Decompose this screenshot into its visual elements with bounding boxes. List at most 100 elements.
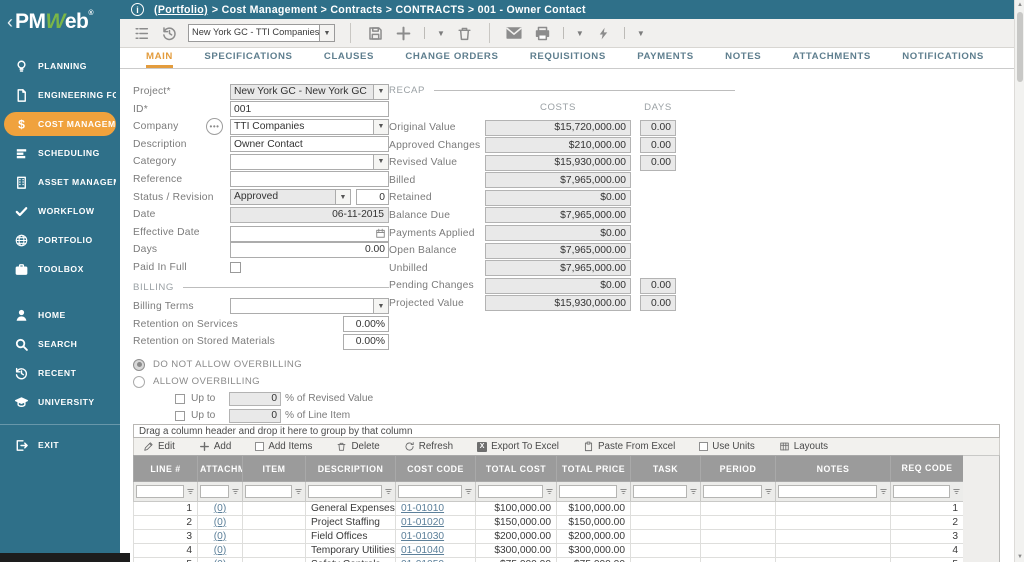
up-to-line-item-checkbox[interactable] [175, 410, 185, 421]
tab-notifications[interactable]: NOTIFICATIONS [902, 48, 984, 68]
add-icon[interactable] [394, 24, 413, 43]
history-icon[interactable] [160, 24, 179, 43]
chevron-down-icon[interactable]: ▼ [373, 154, 388, 169]
filter-input-notes[interactable] [778, 485, 877, 498]
add-items-checkbox-icon[interactable] [255, 442, 265, 451]
filter-input-cost-code[interactable] [398, 485, 462, 498]
id-field[interactable] [230, 101, 389, 118]
description-field[interactable] [230, 136, 389, 153]
tab-payments[interactable]: PAYMENTS [637, 48, 694, 68]
filter-icon[interactable] [619, 487, 628, 496]
chevron-down-icon[interactable]: ▼ [373, 119, 388, 134]
tab-notes[interactable]: NOTES [725, 48, 761, 68]
sidebar-item-home[interactable]: HOME [4, 303, 116, 327]
column-header-period[interactable]: PERIOD [700, 455, 776, 482]
filter-icon[interactable] [294, 487, 303, 496]
billing-terms-select[interactable]: ▼ [230, 298, 389, 315]
filter-input-period[interactable] [703, 485, 762, 498]
grid-layouts-button[interactable]: Layouts [779, 441, 828, 452]
effective-date-field[interactable] [230, 225, 389, 242]
attachment-count-link[interactable]: (0) [214, 531, 226, 542]
column-header-notes[interactable]: NOTES [775, 455, 891, 482]
print-menu-caret-icon[interactable]: ▼ [575, 27, 585, 40]
column-header-total-cost[interactable]: TOTAL COST [475, 455, 557, 482]
actions-bolt-icon[interactable] [594, 24, 613, 43]
sidebar-item-cost-management[interactable]: $ COST MANAGEMENT [4, 112, 116, 136]
sidebar-item-toolbox[interactable]: TOOLBOX [4, 257, 116, 281]
filter-input-description[interactable] [308, 485, 382, 498]
actions-menu-caret-icon[interactable]: ▼ [636, 27, 646, 40]
filter-input-total-cost[interactable] [478, 485, 543, 498]
grid-add-items-button[interactable]: Add Items [255, 441, 312, 452]
company-select[interactable]: TTI Companies ▼ [230, 118, 389, 135]
filter-icon[interactable] [464, 487, 473, 496]
sidebar-item-portfolio[interactable]: PORTFOLIO [4, 228, 116, 252]
tab-clauses[interactable]: CLAUSES [324, 48, 374, 68]
sidebar-item-recent[interactable]: RECENT [4, 361, 116, 385]
sidebar-item-asset-management[interactable]: ASSET MANAGEME... [4, 170, 116, 194]
no-overbilling-radio[interactable] [133, 358, 145, 371]
cost-code-link[interactable]: 01-01010 [401, 503, 444, 514]
column-header-total-price[interactable]: TOTAL PRICE [556, 455, 631, 482]
filter-input-line[interactable] [136, 485, 184, 498]
table-row[interactable]: 2 (0) Project Staffing 01-01020 $150,000… [133, 515, 964, 530]
list-view-icon[interactable] [132, 24, 151, 43]
tab-attachments[interactable]: ATTACHMENTS [793, 48, 871, 68]
sidebar-item-workflow[interactable]: WORKFLOW [4, 199, 116, 223]
filter-input-req-code[interactable] [893, 485, 950, 498]
filter-icon[interactable] [384, 487, 393, 496]
sidebar-item-engineering-forms[interactable]: ENGINEERING FOR... [4, 83, 116, 107]
tab-requisitions[interactable]: REQUISITIONS [530, 48, 606, 68]
table-row[interactable]: 3 (0) Field Offices 01-01030 $200,000.00… [133, 529, 964, 544]
grid-paste-excel-button[interactable]: Paste From Excel [583, 441, 675, 452]
email-icon[interactable] [505, 24, 524, 43]
grid-delete-button[interactable]: Delete [336, 441, 380, 452]
scroll-down-arrow-icon[interactable]: ▼ [1015, 552, 1024, 562]
print-icon[interactable] [533, 24, 552, 43]
breadcrumb-portfolio-link[interactable]: (Portfolio) [154, 4, 208, 16]
category-select[interactable]: ▼ [230, 153, 389, 170]
attachment-count-link[interactable]: (0) [214, 545, 226, 556]
filter-input-item[interactable] [245, 485, 292, 498]
sidebar-item-exit[interactable]: EXIT [4, 433, 116, 457]
record-selector-dropdown[interactable]: New York GC - TTI Companies - 001 ▼ [188, 24, 335, 42]
tab-specifications[interactable]: SPECIFICATIONS [204, 48, 292, 68]
save-icon[interactable] [366, 24, 385, 43]
group-by-bar[interactable]: Drag a column header and drop it here to… [133, 424, 1000, 438]
vertical-scrollbar[interactable]: ▲ ▼ [1014, 0, 1024, 562]
retention-materials-field[interactable] [343, 333, 389, 350]
column-header-line[interactable]: LINE # [133, 455, 198, 482]
grid-use-units-toggle[interactable]: Use Units [699, 441, 755, 452]
retention-services-field[interactable] [343, 316, 389, 333]
info-icon[interactable]: i [131, 3, 144, 16]
filter-icon[interactable] [764, 487, 773, 496]
cost-code-link[interactable]: 01-01020 [401, 517, 444, 528]
filter-icon[interactable] [231, 487, 240, 496]
table-row[interactable]: 4 (0) Temporary Utilities 01-01040 $300,… [133, 543, 964, 558]
attachment-count-link[interactable]: (0) [214, 503, 226, 514]
sidebar-item-university[interactable]: UNIVERSITY [4, 390, 116, 414]
sidebar-collapse-icon[interactable]: ‹ [7, 13, 13, 31]
days-field[interactable] [230, 241, 389, 258]
use-units-checkbox-icon[interactable] [699, 442, 709, 451]
column-header-cost-code[interactable]: COST CODE [395, 455, 476, 482]
grid-refresh-button[interactable]: Refresh [404, 441, 453, 452]
tab-main[interactable]: MAIN [146, 48, 173, 68]
up-to-revised-checkbox[interactable] [175, 393, 185, 404]
column-header-description[interactable]: DESCRIPTION [305, 455, 396, 482]
attachment-count-link[interactable]: (0) [214, 517, 226, 528]
calendar-icon[interactable] [375, 226, 386, 244]
tab-change-orders[interactable]: CHANGE ORDERS [405, 48, 498, 68]
filter-input-total-price[interactable] [559, 485, 617, 498]
filter-input-attachment[interactable] [200, 485, 229, 498]
table-row[interactable]: 5 (0) Safety Controls 01-01050 $75,000.0… [133, 557, 964, 562]
grid-export-excel-button[interactable]: X Export To Excel [477, 441, 559, 452]
paid-in-full-checkbox[interactable] [230, 261, 241, 273]
table-row[interactable]: 1 (0) General Expenses 01-01010 $100,000… [133, 501, 964, 516]
column-header-attachment[interactable]: ATTACHMENT [197, 455, 243, 482]
filter-icon[interactable] [879, 487, 888, 496]
cost-code-link[interactable]: 01-01030 [401, 531, 444, 542]
chevron-down-icon[interactable]: ▼ [373, 299, 388, 314]
scroll-up-arrow-icon[interactable]: ▲ [1015, 0, 1024, 10]
reference-field[interactable] [230, 171, 389, 188]
